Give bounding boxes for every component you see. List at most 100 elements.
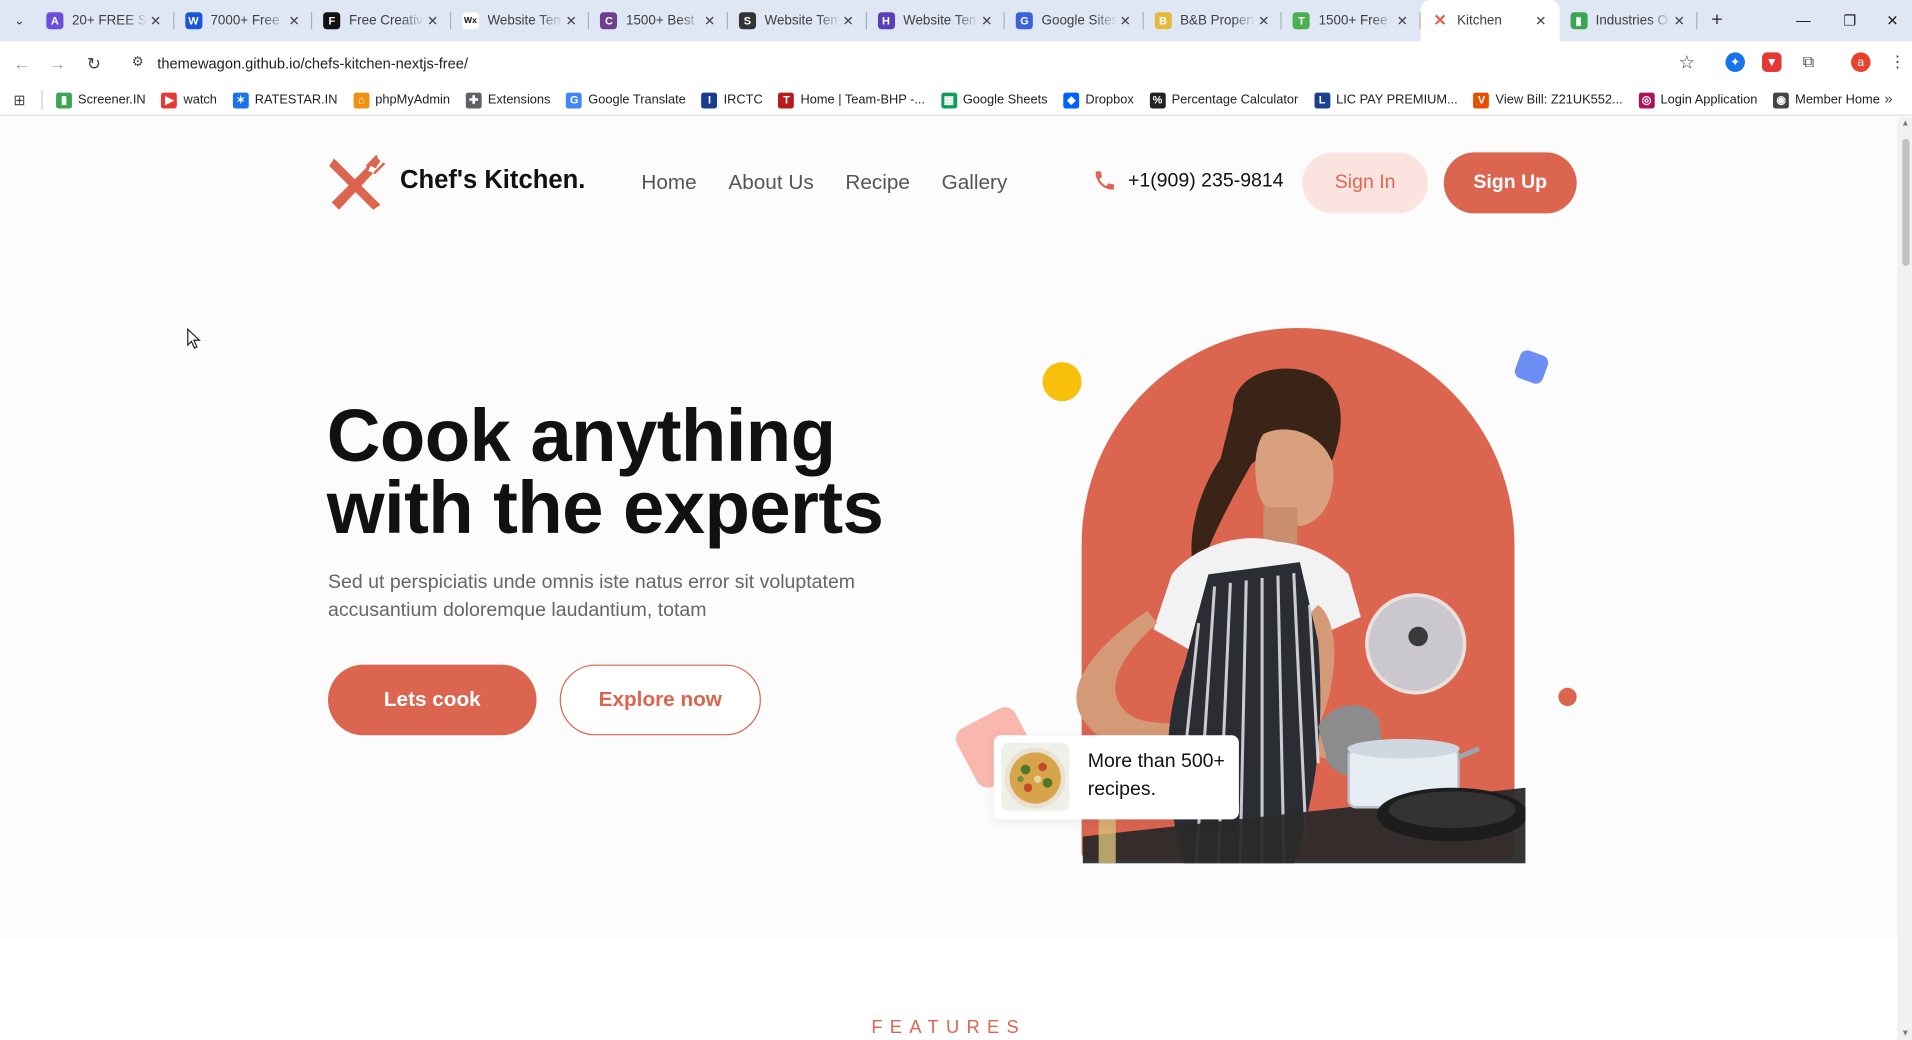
bookmark-item[interactable]: ▶ watch	[161, 92, 217, 108]
bookmark-label: Percentage Calculator	[1171, 92, 1299, 108]
extension-icon[interactable]: ✦	[1725, 52, 1745, 72]
bookmark-favicon-icon: ⌂	[353, 92, 370, 108]
tab-close-icon[interactable]: ✕	[563, 13, 580, 29]
sign-up-button[interactable]: Sign Up	[1443, 152, 1577, 214]
scrollbar-thumb[interactable]	[1902, 139, 1910, 266]
back-icon[interactable]: ←	[10, 51, 34, 75]
browser-tab[interactable]: G Google Sites ✕	[1005, 0, 1144, 41]
bookmark-item[interactable]: T Home | Team-BHP -...	[778, 92, 925, 108]
tab-title: B&B Propert	[1180, 13, 1255, 29]
nav-recipe[interactable]: Recipe	[845, 171, 910, 195]
bookmark-label: Member Home	[1795, 92, 1880, 108]
bookmark-item[interactable]: ◆ Dropbox	[1063, 92, 1134, 108]
browser-tab[interactable]: A 20+ FREE Se ✕	[35, 0, 174, 41]
tab-favicon-icon: F	[323, 12, 341, 30]
bookmark-favicon-icon: V	[1473, 92, 1490, 108]
bookmark-item[interactable]: V View Bill: Z21UK552...	[1473, 92, 1623, 108]
lets-cook-button[interactable]: Lets cook	[328, 664, 537, 736]
explore-now-button[interactable]: Explore now	[559, 664, 761, 736]
tab-close-icon[interactable]: ✕	[978, 13, 995, 29]
tab-search-icon[interactable]: ⌄	[7, 9, 31, 33]
tab-title: 1500+ Best	[626, 13, 695, 29]
browser-tab[interactable]: Wx Website Tem ✕	[451, 0, 590, 41]
browser-tab[interactable]: W 7000+ Free ✕	[174, 0, 313, 41]
tab-strip: ⌄ A 20+ FREE Se ✕ W 7000+ Free ✕ F Free Creativ…	[0, 0, 1912, 42]
bookmark-item[interactable]: ✶ RATESTAR.IN	[232, 92, 337, 108]
bookmark-star-icon[interactable]: ☆	[1679, 51, 1695, 73]
scroll-up-icon[interactable]: ▲	[1901, 120, 1909, 129]
browser-tab[interactable]: ✕ Kitchen ✕	[1420, 0, 1560, 42]
bookmark-item[interactable]: ◎ Login Application	[1638, 92, 1757, 108]
bookmark-favicon-icon: ◎	[1638, 92, 1655, 108]
restore-icon[interactable]: ❐	[1827, 0, 1873, 41]
scroll-down-icon[interactable]: ▼	[1901, 1029, 1909, 1038]
tab-close-icon[interactable]: ✕	[840, 13, 857, 29]
bookmark-favicon-icon: ▦	[940, 92, 957, 108]
minimize-icon[interactable]: —	[1780, 0, 1826, 41]
extensions-puzzle-icon[interactable]: ⧉	[1798, 52, 1819, 72]
browser-tab[interactable]: ▮ Industries O ✕	[1559, 0, 1698, 41]
browser-toolbar: ← → ↻ ⚙ themewagon.github.io/chefs-kitch…	[0, 41, 1912, 85]
bookmark-label: LIC PAY PREMIUM...	[1336, 92, 1458, 108]
bookmarks-divider	[41, 90, 43, 110]
tab-close-icon[interactable]: ✕	[147, 13, 164, 29]
bookmark-favicon-icon: L	[1314, 92, 1330, 108]
tab-close-icon[interactable]: ✕	[1117, 13, 1134, 29]
bookmark-item[interactable]: ▮ Screener.IN	[56, 92, 146, 108]
tab-close-icon[interactable]: ✕	[286, 13, 303, 29]
tab-close-icon[interactable]: ✕	[1671, 13, 1688, 29]
tab-favicon-icon: T	[1292, 12, 1311, 30]
nav-home[interactable]: Home	[641, 171, 696, 195]
bookmark-label: View Bill: Z21UK552...	[1495, 92, 1623, 108]
nav-gallery[interactable]: Gallery	[942, 171, 1008, 195]
tab-close-icon[interactable]: ✕	[1532, 13, 1549, 29]
tab-favicon-icon: G	[1015, 12, 1034, 30]
address-bar[interactable]: ⚙ themewagon.github.io/chefs-kitchen-nex…	[121, 45, 1708, 81]
close-window-icon[interactable]: ✕	[1873, 0, 1912, 41]
bookmark-item[interactable]: G Google Translate	[566, 92, 686, 108]
bookmark-item[interactable]: % Percentage Calculator	[1149, 92, 1299, 108]
bookmark-label: Screener.IN	[78, 92, 146, 108]
bookmark-item[interactable]: ▦ Google Sheets	[940, 92, 1048, 108]
bookmark-label: Google Translate	[588, 92, 686, 108]
profile-avatar[interactable]: a	[1851, 52, 1871, 72]
page-scrollbar[interactable]: ▲ ▼	[1897, 117, 1912, 1040]
tab-close-icon[interactable]: ✕	[701, 13, 718, 29]
reload-icon[interactable]: ↻	[82, 51, 106, 75]
browser-tab[interactable]: C 1500+ Best ✕	[589, 0, 728, 41]
web-page: Chef's Kitchen. Home About Us Recipe Gal…	[0, 117, 1912, 1040]
apps-grid-icon[interactable]: ⊞	[11, 91, 28, 108]
bookmark-label: Dropbox	[1085, 92, 1134, 108]
more-bookmarks-icon[interactable]: »	[1884, 90, 1892, 107]
phone-number[interactable]: +1(909) 235-9814	[1128, 171, 1284, 193]
adblock-icon[interactable]: ▼	[1762, 52, 1782, 72]
tab-title: Free Creative	[348, 13, 425, 29]
browser-tab[interactable]: F Free Creative ✕	[312, 0, 451, 41]
bookmark-item[interactable]: L LIC PAY PREMIUM...	[1314, 92, 1458, 108]
browser-tab[interactable]: H Website Tem ✕	[866, 0, 1005, 41]
nav-about-us[interactable]: About Us	[728, 171, 813, 195]
bookmark-item[interactable]: ⌂ phpMyAdmin	[353, 92, 450, 108]
site-info-icon[interactable]: ⚙	[132, 54, 144, 70]
url-text[interactable]: themewagon.github.io/chefs-kitchen-nextj…	[157, 55, 468, 72]
browser-tab[interactable]: S Website Tem ✕	[728, 0, 867, 41]
browser-tab[interactable]: B B&B Propert ✕	[1143, 0, 1282, 41]
new-tab-button[interactable]: +	[1705, 9, 1729, 33]
tab-title: Google Sites	[1041, 13, 1117, 29]
tab-favicon-icon: B	[1154, 12, 1172, 30]
browser-tab[interactable]: T 1500+ Free ✕	[1282, 0, 1421, 41]
bookmark-item[interactable]: ✚ Extensions	[465, 92, 550, 108]
menu-kebab-icon[interactable]: ⋮	[1887, 52, 1908, 72]
tab-close-icon[interactable]: ✕	[424, 13, 441, 29]
bookmark-favicon-icon: ▮	[56, 92, 72, 108]
tab-list: A 20+ FREE Se ✕ W 7000+ Free ✕ F Free Creative ✕…	[35, 0, 1698, 42]
bookmark-item[interactable]: I IRCTC	[701, 92, 763, 108]
tab-favicon-icon: H	[877, 12, 895, 30]
tab-close-icon[interactable]: ✕	[1255, 13, 1272, 29]
bookmark-item[interactable]: ◉ Member Home	[1773, 92, 1880, 108]
sign-in-button[interactable]: Sign In	[1302, 152, 1428, 214]
tab-close-icon[interactable]: ✕	[1394, 13, 1411, 29]
site-logo-text[interactable]: Chef's Kitchen.	[400, 166, 585, 195]
forward-icon[interactable]: →	[45, 51, 69, 75]
bookmark-favicon-icon: T	[778, 92, 795, 108]
